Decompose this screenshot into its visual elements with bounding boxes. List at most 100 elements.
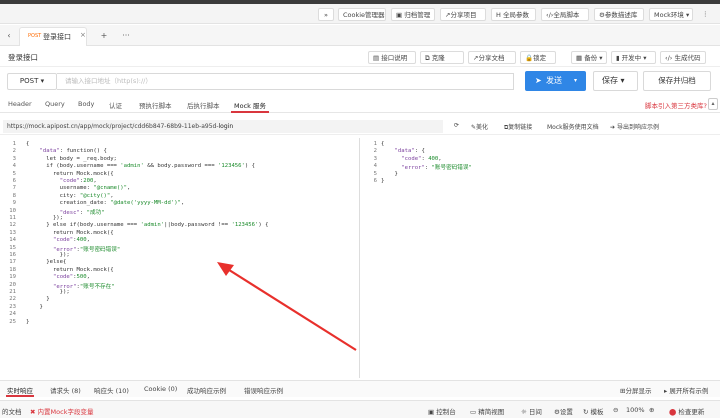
export-example-button[interactable]: ➔ 导出到响应示例 <box>610 122 659 131</box>
collapse-icon[interactable]: ▴ <box>708 98 718 110</box>
add-tab-icon[interactable]: + <box>97 29 111 42</box>
active-tab-indicator <box>231 111 269 113</box>
code-line: { <box>26 141 30 147</box>
tab-live-response[interactable]: 实时响应 <box>7 385 33 395</box>
line-number: 7 <box>12 185 16 192</box>
tab-request-headers[interactable]: 请求头 (8) <box>50 385 81 395</box>
mock-vars-link[interactable]: ✖ 内置Mock字段变量 <box>30 406 93 416</box>
save-button[interactable]: 保存 ▾ <box>593 71 638 91</box>
tab-login-api[interactable]: POST 登录接口 × <box>19 27 87 46</box>
tab-post-script[interactable]: 后执行脚本 <box>187 100 220 110</box>
tab-mock-service[interactable]: Mock 服务 <box>234 100 266 110</box>
warning-icon: ✖ <box>30 408 36 416</box>
mock-env-dropdown[interactable]: Mock环境 ▾ <box>649 8 693 21</box>
generate-code-button[interactable]: ‹/› 生成代码 <box>660 51 706 64</box>
mock-script-editor[interactable]: 1 {2 "data": function() {3 let body = _re… <box>0 138 360 378</box>
share-project-button[interactable]: ↗分享项目 <box>440 8 486 21</box>
tab-scroll-left-icon[interactable]: ‹ <box>4 29 14 42</box>
tab-success-example[interactable]: 成功响应示例 <box>187 385 226 395</box>
settings-button[interactable]: ⚙设置 <box>554 406 573 416</box>
global-script-button[interactable]: ‹/›全局脚本 <box>541 8 589 21</box>
global-params-button[interactable]: H 全局参数 <box>491 8 536 21</box>
tab-header[interactable]: Header <box>8 100 32 108</box>
third-party-lib-link[interactable]: 脚本引入第三方类库? <box>645 100 707 110</box>
tab-title: 登录接口 <box>43 33 71 41</box>
api-doc-button[interactable]: ▤ 接口说明 <box>368 51 416 64</box>
tab-cookie[interactable]: Cookie (0) <box>144 385 177 393</box>
line-number: 17 <box>9 259 16 266</box>
template-button[interactable]: ↻ 模板 <box>583 406 604 416</box>
code-line: }); <box>26 252 70 258</box>
method-select[interactable]: POST ▾ <box>7 73 57 90</box>
copy-icon: ⧉ <box>425 54 430 62</box>
tab-pre-script[interactable]: 预执行脚本 <box>139 100 172 110</box>
send-caret-icon[interactable]: ▾ <box>574 71 577 91</box>
status-dropdown[interactable]: ▮ 开发中 ▾ <box>611 51 656 64</box>
console-button[interactable]: ▣ 控制台 <box>428 406 456 416</box>
url-input[interactable]: 请输入接口地址（http(s)://） <box>57 73 514 90</box>
api-header-row: 登录接口 ▤ 接口说明 ⧉ 克隆 ↗分享文档 🔒锁定 ▦ 备份 ▾ ▮ 开发中 … <box>0 47 720 67</box>
save-archive-button[interactable]: 保存并归档 <box>643 71 711 91</box>
line-number: 20 <box>9 281 16 288</box>
url-row: POST ▾ 请输入接口地址（http(s)://） ➤ 发送 ▾ 保存 ▾ 保… <box>0 68 720 96</box>
cookie-manager-button[interactable]: Cookie管理器 <box>338 8 386 21</box>
beautify-button[interactable]: ✎美化 <box>471 122 488 131</box>
template-icon: ↻ <box>583 408 589 416</box>
line-number: 1 <box>12 141 16 147</box>
refresh-icon[interactable]: ⟳ <box>454 122 459 129</box>
zoom-in-icon[interactable]: ⊕ <box>649 406 654 414</box>
tab-auth[interactable]: 认证 <box>109 100 122 110</box>
line-number: 12 <box>9 222 16 229</box>
tab-query[interactable]: Query <box>45 100 65 108</box>
response-tabs: 实时响应 请求头 (8) 响应头 (10) Cookie (0) 成功响应示例 … <box>0 380 720 397</box>
more-icon[interactable]: ⋮ <box>698 8 712 21</box>
expand-icon: ▸ <box>664 387 668 395</box>
docs-link[interactable]: 的文档 <box>2 406 22 416</box>
toolbar-expand-button[interactable]: » <box>318 8 334 21</box>
code-line: "code":200, <box>59 178 97 184</box>
code-line: "code":400, <box>52 237 91 244</box>
day-mode-button[interactable]: ☼ 日间 <box>521 406 542 416</box>
status-icon: ▮ <box>616 54 620 62</box>
code-line: } <box>381 170 398 177</box>
code-line: return Mock.mock({ <box>26 266 114 273</box>
zoom-out-icon[interactable]: ⊖ <box>613 406 618 414</box>
code-line: }else{ <box>26 259 67 266</box>
expand-examples-button[interactable]: ▸ 展开所有示例 <box>664 385 708 395</box>
code-line: "code": 400, <box>401 155 442 162</box>
archive-icon: ▣ <box>396 11 403 19</box>
code-line: city: "@city()", <box>26 192 114 199</box>
send-button[interactable]: ➤ 发送 ▾ <box>525 71 586 91</box>
split-view-button[interactable]: ⊞分屏显示 <box>620 385 651 395</box>
tab-response-headers[interactable]: 响应头 (10) <box>94 385 129 395</box>
code-line: "code":500, <box>52 274 91 281</box>
backup-dropdown[interactable]: ▦ 备份 ▾ <box>571 51 607 64</box>
line-number: 11 <box>9 215 16 221</box>
check-update-button[interactable]: ⬤ 检查更新 <box>669 406 704 416</box>
line-number: 4 <box>12 163 16 170</box>
line-number: 25 <box>9 318 16 325</box>
clone-button[interactable]: ⧉ 克隆 <box>420 51 464 64</box>
archive-manager-button[interactable]: ▣ 归档管理 <box>391 8 435 21</box>
lock-button[interactable]: 🔒锁定 <box>520 51 556 64</box>
mock-url-field[interactable]: https://mock.apipost.cn/app/mock/project… <box>3 120 443 133</box>
compact-view-button[interactable]: ▭ 精简视图 <box>470 406 504 416</box>
share-doc-button[interactable]: ↗分享文档 <box>468 51 516 64</box>
line-number: 2 <box>373 148 377 155</box>
tab-body[interactable]: Body <box>78 100 94 108</box>
tab-more-icon[interactable]: ··· <box>117 29 135 42</box>
line-number: 3 <box>12 155 16 162</box>
mock-url-row: https://mock.apipost.cn/app/mock/project… <box>0 118 720 135</box>
line-number: 6 <box>373 178 377 184</box>
code-line: { <box>381 141 385 147</box>
copy-link-button[interactable]: ⧉复制链接 <box>504 122 532 132</box>
request-tabs: Header Query Body 认证 预执行脚本 后执行脚本 Mock 服务… <box>0 97 720 113</box>
zoom-level: 100% <box>626 406 645 414</box>
tab-error-example[interactable]: 错误响应示例 <box>244 385 283 395</box>
mock-doc-link[interactable]: Mock服务使用文档 <box>547 122 599 131</box>
line-number: 10 <box>9 207 16 214</box>
close-icon[interactable]: × <box>80 31 86 39</box>
param-library-button[interactable]: ⚙参数描述库 <box>594 8 644 21</box>
mock-preview-editor[interactable]: 1{2 "data": {3 "code": 400, 4 "error": "账… <box>361 138 720 378</box>
code-line: "data": { <box>394 148 425 155</box>
